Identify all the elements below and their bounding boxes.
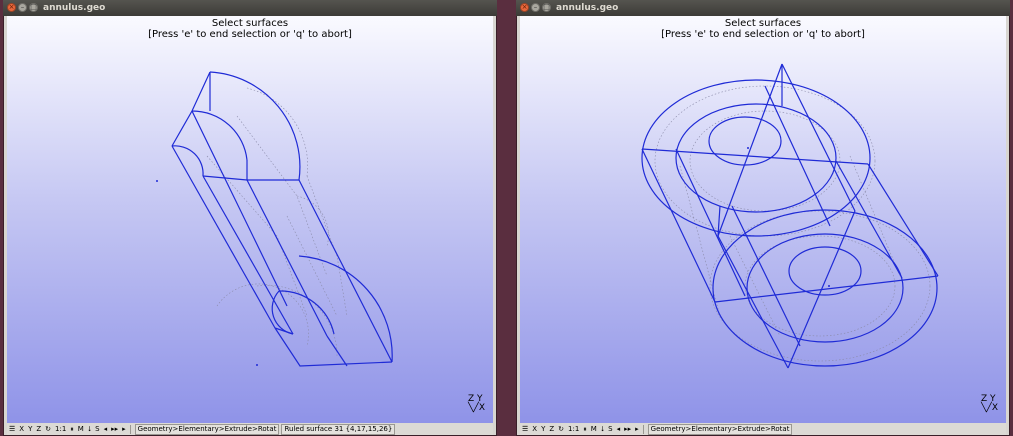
maximize-icon[interactable]: □ [542, 3, 551, 12]
view-z-button[interactable]: Z [547, 423, 556, 435]
menu-icon[interactable]: ☰ [7, 423, 17, 435]
graphics-viewport[interactable]: Select surfaces [Press 'e' to end select… [520, 16, 1006, 423]
window-title: annulus.geo [43, 3, 106, 13]
rotate-icon[interactable]: ↻ [43, 423, 53, 435]
window-title: annulus.geo [556, 3, 619, 13]
axes-label-bottom: ╲╱X [980, 403, 998, 413]
pause-icon[interactable]: ⏸ [68, 423, 76, 435]
axes-indicator: Z Y ╲╱X [468, 395, 485, 413]
gmsh-window-right: × – □ annulus.geo Select surfaces [Press… [516, 0, 1010, 436]
divider [642, 424, 644, 434]
geometry-wireframe[interactable] [520, 16, 1006, 423]
selection-message: Select surfaces [Press 'e' to end select… [7, 18, 493, 40]
module-breadcrumb: Geometry>Elementary>Extrude>Rotat [647, 423, 793, 435]
snapshot-button[interactable]: S [93, 423, 101, 435]
mesh-button[interactable]: M [589, 423, 599, 435]
view-y-button[interactable]: Y [539, 423, 547, 435]
module-breadcrumb: Geometry>Elementary>Extrude>Rotat [134, 423, 280, 435]
close-icon[interactable]: × [7, 3, 16, 12]
selection-message: Select surfaces [Press 'e' to end select… [520, 18, 1006, 40]
previous-icon[interactable]: ◂ [102, 423, 110, 435]
view-x-button[interactable]: X [530, 423, 539, 435]
previous-icon[interactable]: ◂ [615, 423, 623, 435]
message-title: Select surfaces [724, 18, 802, 29]
minimize-icon[interactable]: – [531, 3, 540, 12]
pause-icon[interactable]: ⏸ [581, 423, 589, 435]
message-hint: [Press 'e' to end selection or 'q' to ab… [661, 29, 865, 40]
scale-1-1-button[interactable]: 1:1 [53, 423, 68, 435]
entity-info: Ruled surface 31 {4,17,15,26} [281, 423, 396, 435]
next-icon[interactable]: ▸ [633, 423, 641, 435]
geometry-wireframe[interactable] [7, 16, 493, 423]
status-bar: ☰ X Y Z ↻ 1:1 ⏸ M ⭣ S ◂ ▸▸ ▸ Geometry>El… [7, 423, 493, 435]
next-icon[interactable]: ▸ [120, 423, 128, 435]
minimize-icon[interactable]: – [18, 3, 27, 12]
select-icon[interactable]: ⭣ [86, 423, 93, 435]
view-y-button[interactable]: Y [26, 423, 34, 435]
gmsh-window-left: × – □ annulus.geo Select surfaces [Press… [3, 0, 497, 436]
message-hint: [Press 'e' to end selection or 'q' to ab… [148, 29, 352, 40]
snapshot-button[interactable]: S [606, 423, 614, 435]
select-icon[interactable]: ⭣ [599, 423, 606, 435]
divider [129, 424, 131, 434]
fast-forward-icon[interactable]: ▸▸ [109, 423, 120, 435]
axes-label-bottom: ╲╱X [467, 403, 485, 413]
scale-1-1-button[interactable]: 1:1 [566, 423, 581, 435]
mesh-button[interactable]: M [76, 423, 86, 435]
view-x-button[interactable]: X [17, 423, 26, 435]
axes-indicator: Z Y ╲╱X [981, 395, 998, 413]
message-title: Select surfaces [211, 18, 289, 29]
close-icon[interactable]: × [520, 3, 529, 12]
menu-icon[interactable]: ☰ [520, 423, 530, 435]
view-z-button[interactable]: Z [34, 423, 43, 435]
graphics-viewport[interactable]: Select surfaces [Press 'e' to end select… [7, 16, 493, 423]
status-bar: ☰ X Y Z ↻ 1:1 ⏸ M ⭣ S ◂ ▸▸ ▸ Geometry>El… [520, 423, 1006, 435]
maximize-icon[interactable]: □ [29, 3, 38, 12]
fast-forward-icon[interactable]: ▸▸ [622, 423, 633, 435]
title-bar[interactable]: × – □ annulus.geo [516, 0, 1010, 16]
title-bar[interactable]: × – □ annulus.geo [3, 0, 497, 16]
rotate-icon[interactable]: ↻ [556, 423, 566, 435]
